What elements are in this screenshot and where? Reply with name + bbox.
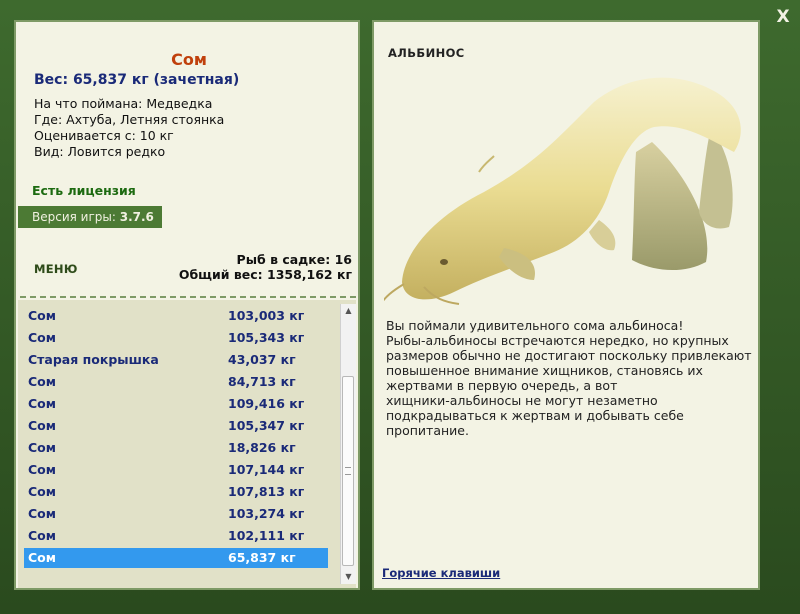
catch-list: Сом 103,003 кг Сом 105,343 кг Старая покрышк… xyxy=(18,300,356,588)
catch-weight: 109,416 кг xyxy=(228,396,305,411)
description-line: повышенное внимание хищников, становясь … xyxy=(386,363,703,378)
fish-valued-from: Оценивается с: 10 кг xyxy=(34,128,174,143)
description-line: пропитание. xyxy=(386,423,469,438)
menu-button[interactable]: МЕНЮ xyxy=(34,262,78,276)
version-bar: Версия игры: 3.7.6 xyxy=(18,206,162,228)
catch-name: Сом xyxy=(28,506,56,521)
description-line: хищники-альбиносы не могут незаметно xyxy=(386,393,658,408)
catch-name: Сом xyxy=(28,396,56,411)
catch-weight: 102,111 кг xyxy=(228,528,305,543)
catch-weight: 105,347 кг xyxy=(228,418,305,433)
catch-weight: 103,003 кг xyxy=(228,308,305,323)
fish-bait: На что поймана: Медведка xyxy=(34,96,213,111)
cage-total-weight: Общий вес: 1358,162 кг xyxy=(178,267,352,282)
catch-name: Сом xyxy=(28,550,56,565)
version-label: Версия игры: xyxy=(32,210,116,224)
catch-name: Сом xyxy=(28,528,56,543)
description-line: размеров обычно не достигают поскольку п… xyxy=(386,348,752,363)
fish-location: Где: Ахтуба, Летняя стоянка xyxy=(34,112,225,127)
catch-weight: 65,837 кг xyxy=(228,550,296,565)
scroll-thumb[interactable] xyxy=(342,376,354,566)
license-status: Есть лицензия xyxy=(32,183,136,198)
catch-list-row[interactable]: Сом 65,837 кг xyxy=(24,548,328,568)
scroll-down-icon[interactable]: ▼ xyxy=(341,570,356,584)
catch-name: Старая покрышка xyxy=(28,352,159,367)
catch-weight: 103,274 кг xyxy=(228,506,305,521)
catch-list-row[interactable]: Сом 103,274 кг xyxy=(24,504,328,524)
version-value: 3.7.6 xyxy=(119,210,154,224)
hotkeys-link[interactable]: Горячие клавиши xyxy=(382,566,500,580)
catch-list-row[interactable]: Сом 107,813 кг xyxy=(24,482,328,502)
description-line: Рыбы-альбиносы встречаются нередко, но к… xyxy=(386,333,729,348)
catch-name: Сом xyxy=(28,330,56,345)
catch-weight: 43,037 кг xyxy=(228,352,296,367)
close-icon: X xyxy=(776,7,790,27)
catch-name: Сом xyxy=(28,374,56,389)
fish-kind: Вид: Ловится редко xyxy=(34,144,166,159)
catch-weight: 84,713 кг xyxy=(228,374,296,389)
catch-list-row[interactable]: Сом 109,416 кг xyxy=(24,394,328,414)
catch-list-row[interactable]: Сом 84,713 кг xyxy=(24,372,328,392)
albino-catfish-image xyxy=(384,77,741,305)
divider xyxy=(20,296,356,298)
catch-list-row[interactable]: Сом 103,003 кг xyxy=(24,306,328,326)
description-line: жертвами в первую очередь, а вот xyxy=(386,378,618,393)
fish-detail-panel: АЛЬБИНОС Вы поймали удивительного сома а… xyxy=(372,20,760,590)
catch-list-row[interactable]: Сом 102,111 кг xyxy=(24,526,328,546)
scroll-up-icon[interactable]: ▲ xyxy=(341,304,356,318)
fish-description: Вы поймали удивительного сома альбиноса!… xyxy=(386,318,752,438)
fish-name: Сом xyxy=(171,50,207,69)
catch-list-row[interactable]: Сом 105,347 кг xyxy=(24,416,328,436)
catch-weight: 107,813 кг xyxy=(228,484,305,499)
catch-name: Сом xyxy=(28,484,56,499)
scroll-grip-icon xyxy=(345,467,351,475)
catch-name: Сом xyxy=(28,462,56,477)
catch-list-row[interactable]: Сом 18,826 кг xyxy=(24,438,328,458)
description-line: подкрадываться к жертвам и добывать себе xyxy=(386,408,684,423)
fish-info-panel: Сом Вес: 65,837 кг (зачетная) На что пой… xyxy=(14,20,360,590)
catch-list-row[interactable]: Сом 107,144 кг xyxy=(24,460,328,480)
catch-list-row[interactable]: Старая покрышка 43,037 кг xyxy=(24,350,328,370)
fish-weight: Вес: 65,837 кг (зачетная) xyxy=(34,72,240,88)
catch-name: Сом xyxy=(28,308,56,323)
description-line: Вы поймали удивительного сома альбиноса! xyxy=(386,318,684,333)
catch-weight: 18,826 кг xyxy=(228,440,296,455)
catch-weight: 107,144 кг xyxy=(228,462,305,477)
catch-weight: 105,343 кг xyxy=(228,330,305,345)
catch-name: Сом xyxy=(28,440,56,455)
list-scrollbar[interactable]: ▲ ▼ xyxy=(340,304,356,584)
cage-count: Рыб в садке: 16 xyxy=(236,252,352,267)
close-button[interactable]: X xyxy=(772,6,794,28)
catch-list-row[interactable]: Сом 105,343 кг xyxy=(24,328,328,348)
catch-name: Сом xyxy=(28,418,56,433)
